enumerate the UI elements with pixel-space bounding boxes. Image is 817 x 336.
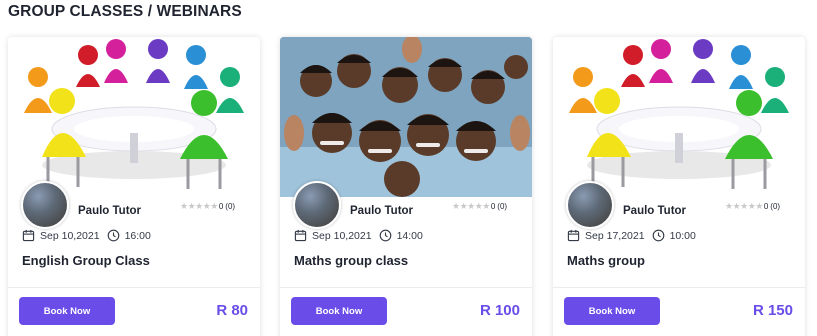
class-time: 14:00	[396, 229, 423, 242]
rating-score: 0	[218, 202, 224, 211]
rating-score: 0	[763, 202, 769, 211]
tutor-name[interactable]: Paulo Tutor	[623, 205, 686, 217]
calendar-icon	[294, 229, 307, 242]
rating-score: 0	[490, 202, 496, 211]
class-thumbnail[interactable]	[8, 37, 260, 197]
book-now-button[interactable]: Book Now	[19, 297, 115, 325]
card-divider	[553, 287, 805, 288]
book-now-button[interactable]: Book Now	[291, 297, 387, 325]
tutor-avatar	[21, 181, 69, 229]
class-date: Sep 17,2021	[585, 229, 645, 242]
rating-stars-icon: ★★★★★	[725, 201, 763, 211]
card-divider	[280, 287, 532, 288]
group-class-card[interactable]: Paulo Tutor ★★★★★ 0 (0) Sep 17,2021 10:0…	[553, 37, 805, 336]
rating-stars-icon: ★★★★★	[180, 201, 218, 211]
calendar-icon	[567, 229, 580, 242]
calendar-icon	[22, 229, 35, 242]
class-price: R 150	[752, 302, 793, 319]
class-price: R 100	[479, 302, 520, 319]
rating-count: (0)	[225, 202, 236, 211]
rating: ★★★★★ 0 (0)	[452, 201, 507, 212]
rating-count: (0)	[770, 202, 781, 211]
class-time: 10:00	[669, 229, 696, 242]
rating-stars-icon: ★★★★★	[452, 201, 490, 211]
class-date: Sep 10,2021	[40, 229, 100, 242]
class-price: R 80	[216, 302, 248, 319]
class-title[interactable]: English Group Class	[22, 253, 150, 268]
rating: ★★★★★ 0 (0)	[180, 201, 235, 212]
class-schedule: Sep 17,2021 10:00	[567, 229, 696, 242]
class-schedule: Sep 10,2021 14:00	[294, 229, 423, 242]
tutor-name[interactable]: Paulo Tutor	[350, 205, 413, 217]
class-title[interactable]: Maths group class	[294, 253, 408, 268]
class-thumbnail[interactable]	[280, 37, 532, 197]
group-class-card[interactable]: Paulo Tutor ★★★★★ 0 (0) Sep 10,2021 14:0…	[280, 37, 532, 336]
class-date: Sep 10,2021	[312, 229, 372, 242]
book-now-button[interactable]: Book Now	[564, 297, 660, 325]
group-class-card[interactable]: Paulo Tutor ★★★★★ 0 (0) Sep 10,2021 16:0…	[8, 37, 260, 336]
class-title[interactable]: Maths group	[567, 253, 645, 268]
rating-count: (0)	[497, 202, 508, 211]
class-schedule: Sep 10,2021 16:00	[22, 229, 151, 242]
class-thumbnail[interactable]	[553, 37, 805, 197]
card-divider	[8, 287, 260, 288]
clock-icon	[652, 229, 665, 242]
rating: ★★★★★ 0 (0)	[725, 201, 780, 212]
class-time: 16:00	[124, 229, 151, 242]
tutor-avatar	[293, 181, 341, 229]
clock-icon	[379, 229, 392, 242]
clock-icon	[107, 229, 120, 242]
section-title: GROUP CLASSES / WEBINARS	[8, 3, 242, 20]
tutor-name[interactable]: Paulo Tutor	[78, 205, 141, 217]
tutor-avatar	[566, 181, 614, 229]
